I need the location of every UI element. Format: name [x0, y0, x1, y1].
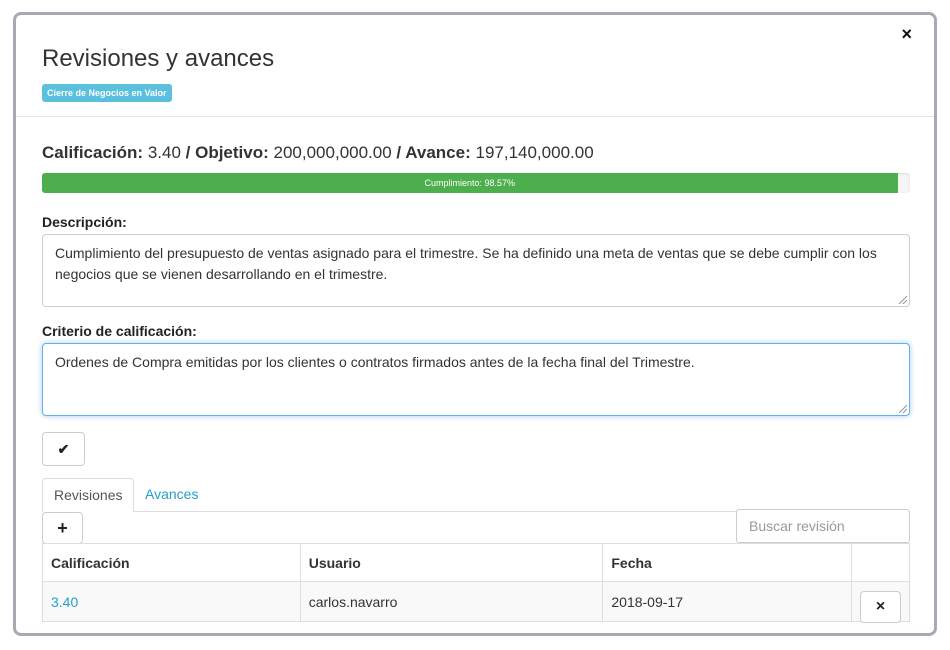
calificacion-value: 3.40	[147, 143, 181, 162]
resize-grip-icon[interactable]	[899, 405, 907, 413]
column-header-fecha: Fecha	[602, 543, 853, 582]
objetivo-value: 200,000,000.00	[273, 143, 392, 162]
modal-header: Revisiones y avances Cierre de Negocios …	[16, 15, 934, 117]
progress-track: Cumplimiento: 98.57%	[42, 173, 910, 193]
add-revision-button[interactable]: +	[42, 512, 83, 544]
table-row: 3.40 carlos.navarro 2018-09-17 ×	[42, 581, 910, 623]
revisiones-modal: × Revisiones y avances Cierre de Negocio…	[13, 12, 937, 636]
tabs-bar: Revisiones Avances	[42, 478, 910, 513]
plus-icon: +	[57, 518, 68, 538]
search-revision-input[interactable]: Buscar revisión	[736, 509, 910, 543]
modal-title: Revisiones y avances	[42, 45, 275, 72]
cell-calificacion[interactable]: 3.40	[42, 581, 301, 622]
delete-icon: ×	[875, 598, 886, 615]
tab-avances[interactable]: Avances	[134, 478, 209, 512]
avance-value: 197,140,000.00	[475, 143, 594, 162]
resize-grip-icon[interactable]	[899, 296, 907, 304]
criterio-label: Criterio de calificación:	[42, 323, 197, 339]
criterio-text: Ordenes de Compra emitidas por los clien…	[55, 354, 695, 370]
tab-revisiones[interactable]: Revisiones	[42, 478, 135, 513]
descripcion-text: Cumplimiento del presupuesto de ventas a…	[55, 245, 877, 282]
score-summary: Calificación: 3.40 / Objetivo: 200,000,0…	[42, 143, 594, 163]
calificacion-label: Calificación:	[42, 143, 144, 162]
progress-bar: Cumplimiento: 98.57%	[42, 173, 898, 193]
cell-actions: ×	[851, 581, 910, 623]
descripcion-textarea[interactable]: Cumplimiento del presupuesto de ventas a…	[42, 234, 910, 307]
table-header-row: Calificación Usuario Fecha	[42, 543, 910, 582]
cell-usuario: carlos.navarro	[299, 581, 604, 622]
revisions-table: Calificación Usuario Fecha 3.40 carlos.n…	[42, 543, 910, 623]
cell-fecha: 2018-09-17	[602, 581, 853, 622]
column-header-usuario: Usuario	[299, 543, 604, 582]
column-header-calificacion: Calificación	[42, 543, 301, 582]
avance-label: / Avance:	[396, 143, 471, 162]
descripcion-label: Descripción:	[42, 214, 127, 230]
delete-revision-button[interactable]: ×	[860, 591, 902, 623]
category-badge: Cierre de Negocios en Valor	[42, 84, 172, 102]
checkmark-icon: ✔	[57, 441, 70, 457]
save-button[interactable]: ✔	[42, 432, 85, 466]
criterio-textarea[interactable]: Ordenes de Compra emitidas por los clien…	[42, 343, 910, 416]
objetivo-label: / Objetivo:	[185, 143, 269, 162]
column-header-actions	[851, 543, 910, 582]
